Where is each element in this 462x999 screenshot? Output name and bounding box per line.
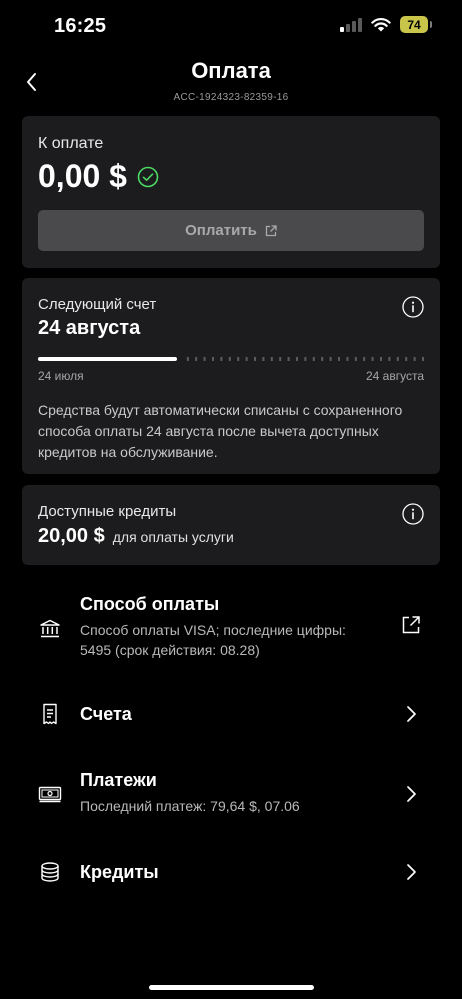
progress-tick [422, 357, 424, 361]
cellular-signal-icon [340, 17, 362, 32]
available-credits-card: Доступные кредиты 20,00 $ для оплаты усл… [22, 485, 440, 565]
account-id: ACC-1924323-82359-16 [173, 92, 289, 103]
available-credits-row: 20,00 $ для оплаты услуги [38, 525, 234, 548]
info-icon [402, 503, 424, 525]
credits-info-button[interactable] [402, 503, 424, 525]
menu-item-invoices[interactable]: Счета [0, 690, 462, 738]
progress-tick [262, 357, 265, 361]
cycle-start-date: 24 июля [38, 369, 84, 383]
pay-button-label: Оплатить [185, 222, 257, 239]
menu-item-credits[interactable]: Кредиты [0, 848, 462, 896]
progress-tick [321, 357, 324, 361]
chevron-right-icon [407, 864, 416, 880]
billing-cycle-progress [38, 356, 424, 362]
menu-item-payment-method[interactable]: Способ оплаты Способ оплаты VISA; послед… [0, 590, 462, 670]
progress-tick [312, 357, 315, 361]
progress-tick [338, 357, 340, 361]
progress-tick [304, 357, 307, 361]
progress-tick [296, 357, 298, 361]
amount-due-value: 0,00 $ [38, 158, 127, 194]
header: Оплата ACC-1924323-82359-16 [0, 56, 462, 112]
status-icons: 74 [340, 16, 432, 33]
progress-tick [371, 357, 374, 361]
payments-title: Платежи [80, 770, 157, 790]
battery-level: 74 [407, 17, 421, 32]
chevron-right-icon [407, 786, 416, 802]
progress-tick [329, 357, 332, 361]
payment-method-subtitle: Способ оплаты VISA; последние цифры: 549… [80, 622, 346, 658]
progress-tick [354, 357, 357, 361]
available-credits-note: для оплаты услуги [112, 529, 234, 545]
next-bill-card: Следующий счет 24 августа 24 июля 24 авг… [22, 278, 440, 474]
wifi-icon [371, 18, 391, 32]
amount-due-card: К оплате 0,00 $ Оплатить [22, 116, 440, 268]
next-bill-label: Следующий счет [38, 296, 157, 313]
status-bar: 16:25 74 [0, 0, 462, 56]
external-link-icon [402, 616, 420, 634]
home-indicator[interactable] [149, 985, 314, 990]
progress-tick [254, 357, 256, 361]
receipt-icon [43, 703, 57, 725]
available-credits-amount: 20,00 $ [38, 525, 105, 547]
chevron-right-icon [407, 706, 416, 722]
progress-tick [245, 357, 248, 361]
progress-tick [388, 357, 391, 361]
progress-tick [363, 357, 366, 361]
progress-tick [405, 357, 408, 361]
progress-tick [237, 357, 240, 361]
progress-tick [228, 357, 231, 361]
info-icon [402, 296, 424, 318]
progress-tick [270, 357, 273, 361]
bank-icon [40, 619, 60, 638]
progress-tick [279, 357, 282, 361]
cycle-end-date: 24 августа [365, 369, 424, 383]
progress-tick [212, 357, 214, 361]
next-bill-date: 24 августа [38, 317, 141, 339]
payment-method-title: Способ оплаты [80, 594, 220, 614]
available-credits-label: Доступные кредиты [38, 503, 177, 520]
payments-subtitle: Последний платеж: 79,64 $, 07.06 [80, 798, 300, 814]
progress-tick [186, 357, 189, 361]
progress-tick [203, 357, 206, 361]
progress-tick [346, 357, 349, 361]
amount-due-label: К оплате [38, 135, 104, 152]
pay-button[interactable]: Оплатить [38, 210, 424, 251]
invoices-title: Счета [80, 704, 132, 724]
amount-due-row: 0,00 $ [38, 158, 159, 195]
credits-title: Кредиты [80, 862, 159, 882]
progress-tick [380, 357, 382, 361]
progress-tick [287, 357, 290, 361]
progress-tick [396, 357, 399, 361]
battery-icon: 74 [400, 16, 432, 33]
page-title: Оплата [191, 58, 271, 83]
next-bill-info-button[interactable] [402, 296, 424, 318]
progress-tick [195, 357, 198, 361]
billing-cycle-progress-fill [38, 357, 177, 361]
billing-cycle-progress-remaining [186, 357, 424, 361]
status-time: 16:25 [54, 15, 107, 37]
external-link-icon [265, 224, 277, 236]
menu-item-payments[interactable]: Платежи Последний платеж: 79,64 $, 07.06 [0, 766, 462, 822]
coins-icon [41, 862, 59, 882]
progress-tick [413, 357, 416, 361]
banknote-icon [38, 786, 62, 803]
next-bill-description: Средства будут автоматически списаны с с… [38, 402, 403, 460]
progress-tick [220, 357, 223, 361]
check-circle-icon [137, 166, 159, 187]
